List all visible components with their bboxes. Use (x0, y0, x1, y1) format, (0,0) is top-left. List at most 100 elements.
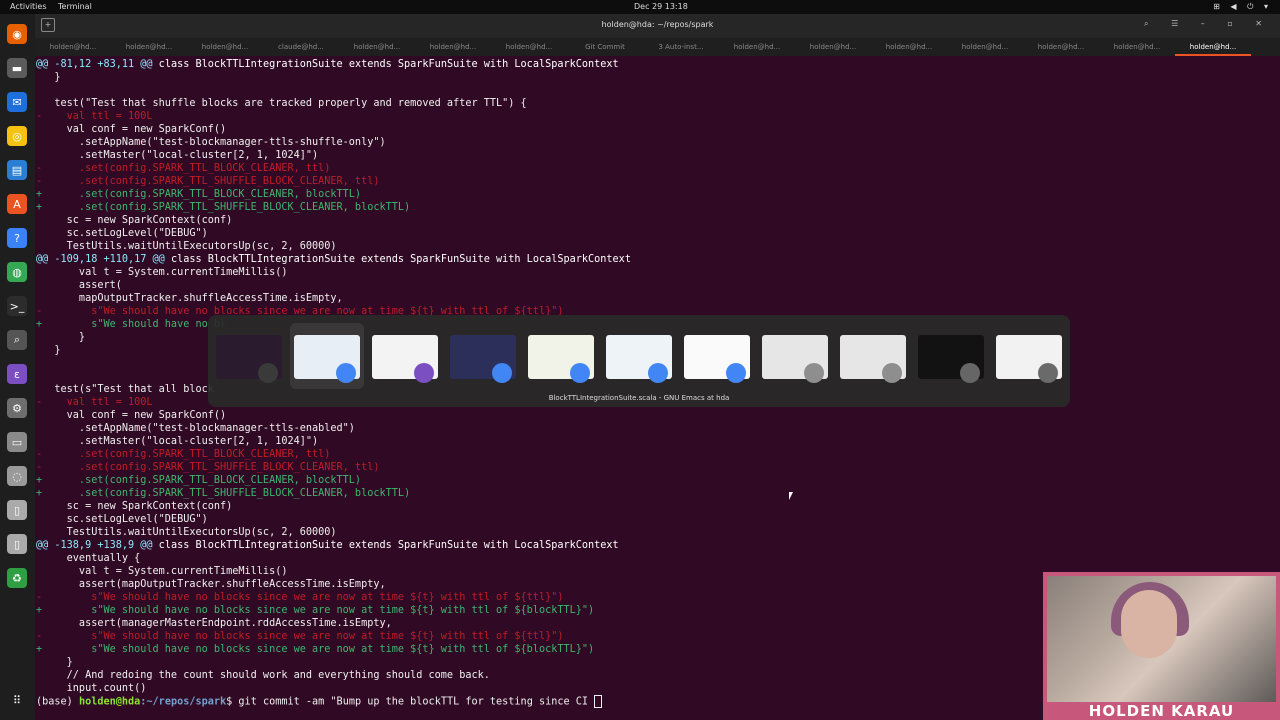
ssd-icon[interactable]: ▭ (7, 432, 27, 452)
terminal-tab[interactable]: 3 Auto-inst... (643, 38, 719, 56)
terminal-tab[interactable]: holden@hd... (35, 38, 111, 56)
diff-context-line: sc = new SparkContext(conf) (36, 501, 233, 512)
window-switcher: BlockTTLIntegrationSuite.scala - GNU Ema… (208, 315, 1070, 407)
firefox-icon[interactable]: ◉ (7, 24, 27, 44)
terminal-header-bar: + holden@hda: ~/repos/spark ⌕ ☰ – ▫ ✕ (35, 14, 1280, 38)
chrome-icon[interactable]: ◍ (7, 262, 27, 282)
show-apps-icon[interactable]: ⠿ (7, 690, 27, 710)
diff-added-line: + .set(config.SPARK_TTL_SHUFFLE_BLOCK_CL… (36, 488, 411, 499)
diff-context-line: assert(mapOutputTracker.shuffleAccessTim… (36, 579, 386, 590)
diff-removed-line: - .set(config.SPARK_TTL_BLOCK_CLEANER, t… (36, 163, 331, 174)
terminal-tab[interactable]: holden@hd... (1023, 38, 1099, 56)
thunderbird-icon[interactable]: ✉ (7, 92, 27, 112)
terminal-icon (258, 363, 278, 383)
terminal-tab[interactable]: holden@hd... (871, 38, 947, 56)
diff-removed-line: - .set(config.SPARK_TTL_BLOCK_CLEANER, t… (36, 449, 331, 460)
diff-context-line: eventually { (36, 553, 141, 564)
diff-hunk-header: @@ -109,18 +110,17 @@ class BlockTTLInte… (36, 253, 631, 266)
emacs-icon (414, 363, 434, 383)
terminal-tab[interactable]: holden@hd... (339, 38, 415, 56)
terminal-tab[interactable]: holden@hd... (1099, 38, 1175, 56)
usb-icon[interactable]: ▯ (7, 500, 27, 520)
chrome-icon (492, 363, 512, 383)
terminal-tab[interactable]: claude@hd... (263, 38, 339, 56)
person-face (1121, 590, 1177, 658)
diff-context-line: } (36, 657, 73, 668)
webcam-video (1047, 576, 1276, 702)
shell-prompt[interactable]: (base) holden@hda:~/repos/spark$ git com… (36, 695, 603, 708)
diff-added-line: + s"We should have no blocks since we ar… (36, 605, 595, 616)
prompt-cmd: $ git commit -am "Bump up the blockTTL f… (226, 696, 595, 708)
chrome-icon (648, 363, 668, 383)
diff-context-line: } (36, 345, 61, 356)
hunk-range: @@ -81,12 +83,11 @@ (36, 59, 153, 70)
window-controls[interactable]: ⌕ ☰ – ▫ ✕ (1144, 19, 1272, 29)
diff-added-line: + s"We should have no bl (36, 319, 227, 330)
emacs-icon[interactable]: ε (7, 364, 27, 384)
terminal-tab[interactable]: holden@hd... (415, 38, 491, 56)
diff-added-line: + s"We should have no blocks since we ar… (36, 644, 595, 655)
diff-context-line: TestUtils.waitUntilExecutorsUp(sc, 2, 60… (36, 527, 337, 538)
prompt-env: (base) (36, 696, 79, 708)
diff-context-line: val conf = new SparkConf() (36, 124, 227, 135)
terminal-tab[interactable]: holden@hd... (491, 38, 567, 56)
app-menu[interactable]: Terminal (58, 2, 92, 11)
usb-icon-2[interactable]: ▯ (7, 534, 27, 554)
terminal-tab[interactable]: holden@hd... (795, 38, 871, 56)
diff-added-line: + .set(config.SPARK_TTL_SHUFFLE_BLOCK_CL… (36, 202, 411, 213)
diff-context-line: } (36, 332, 86, 343)
diff-context-line: mapOutputTracker.shuffleAccessTime.isEmp… (36, 293, 343, 304)
terminal-tab[interactable]: holden@hd... (1175, 38, 1251, 56)
diff-added-line: + .set(config.SPARK_TTL_BLOCK_CLEANER, b… (36, 475, 362, 486)
diff-context-line: val t = System.currentTimeMillis() (36, 267, 288, 278)
chrome-icon (726, 363, 746, 383)
diff-context-line: TestUtils.waitUntilExecutorsUp(sc, 2, 60… (36, 241, 337, 252)
streamer-name: HOLDEN KARAU (1088, 702, 1235, 720)
diff-removed-line: - val ttl = 100L (36, 397, 153, 408)
diff-context-line: // And redoing the count should work and… (36, 670, 490, 681)
diff-context-line: .setAppName("test-blockmanager-ttls-shuf… (36, 137, 386, 148)
hunk-context: class BlockTTLIntegrationSuite extends S… (152, 59, 619, 70)
writer-icon[interactable]: ▤ (7, 160, 27, 180)
clock[interactable]: Dec 29 13:18 (634, 2, 688, 11)
activities-button[interactable]: Activities (10, 2, 47, 11)
terminal-icon[interactable]: >_ (7, 296, 27, 316)
diff-removed-line: - .set(config.SPARK_TTL_SHUFFLE_BLOCK_CL… (36, 176, 380, 187)
diff-context-line: assert(managerMasterEndpoint.rddAccessTi… (36, 618, 392, 629)
settings-icon[interactable]: ⚙ (7, 398, 27, 418)
hunk-context: class BlockTTLIntegrationSuite extends S… (164, 254, 631, 265)
rhythmbox-icon[interactable]: ◎ (7, 126, 27, 146)
dock: ◉ ▬ ✉ ◎ ▤ A? ◍ >_ ⌕ ε ⚙ ▭ ◌ ▯ ▯ ♻ ⠿ (0, 14, 35, 720)
disk-icon[interactable]: ◌ (7, 466, 27, 486)
terminal-tab[interactable]: holden@hd... (187, 38, 263, 56)
chrome-icon (336, 363, 356, 383)
chrome-icon (570, 363, 590, 383)
help-icon[interactable]: ? (7, 228, 27, 248)
terminal-tab[interactable]: holden@hd... (719, 38, 795, 56)
diff-hunk-header: @@ -138,9 +138,9 @@ class BlockTTLIntegr… (36, 539, 619, 552)
hunk-range: @@ -109,18 +110,17 @@ (36, 254, 165, 265)
diff-context-line: assert( (36, 280, 122, 291)
mouse-pointer-icon (789, 492, 793, 500)
system-tray[interactable]: ⊞ ◀ ⏻ ▾ (1213, 2, 1272, 12)
diff-context-line: val t = System.currentTimeMillis() (36, 566, 288, 577)
diff-context-line: .setAppName("test-blockmanager-ttls-enab… (36, 423, 355, 434)
screenshot-icon[interactable]: ⌕ (7, 330, 27, 350)
prompt-path: :~/repos/spark (140, 696, 227, 708)
files-icon[interactable]: ▬ (7, 58, 27, 78)
diff-context-line: val conf = new SparkConf() (36, 410, 227, 421)
webcam-overlay: HOLDEN KARAU (1043, 572, 1280, 720)
switcher-caption: BlockTTLIntegrationSuite.scala - GNU Ema… (548, 394, 730, 402)
terminal-tab[interactable]: Git Commit (567, 38, 643, 56)
prompt-user: holden@hda (78, 696, 141, 708)
software-icon[interactable]: A (7, 194, 27, 214)
terminal-tab-bar: holden@hd... holden@hd... holden@hd... clau… (35, 38, 1280, 56)
diff-added-line: + .set(config.SPARK_TTL_BLOCK_CLEANER, b… (36, 189, 362, 200)
diff-context-line: sc = new SparkContext(conf) (36, 215, 233, 226)
diff-context-line: test("Test that shuffle blocks are track… (36, 98, 527, 109)
diff-context-line: test(s"Test that all block (36, 384, 214, 395)
trash-icon[interactable]: ♻ (7, 568, 27, 588)
hunk-range: @@ -138,9 +138,9 @@ (36, 540, 153, 551)
terminal-tab[interactable]: holden@hd... (947, 38, 1023, 56)
terminal-tab[interactable]: holden@hd... (111, 38, 187, 56)
